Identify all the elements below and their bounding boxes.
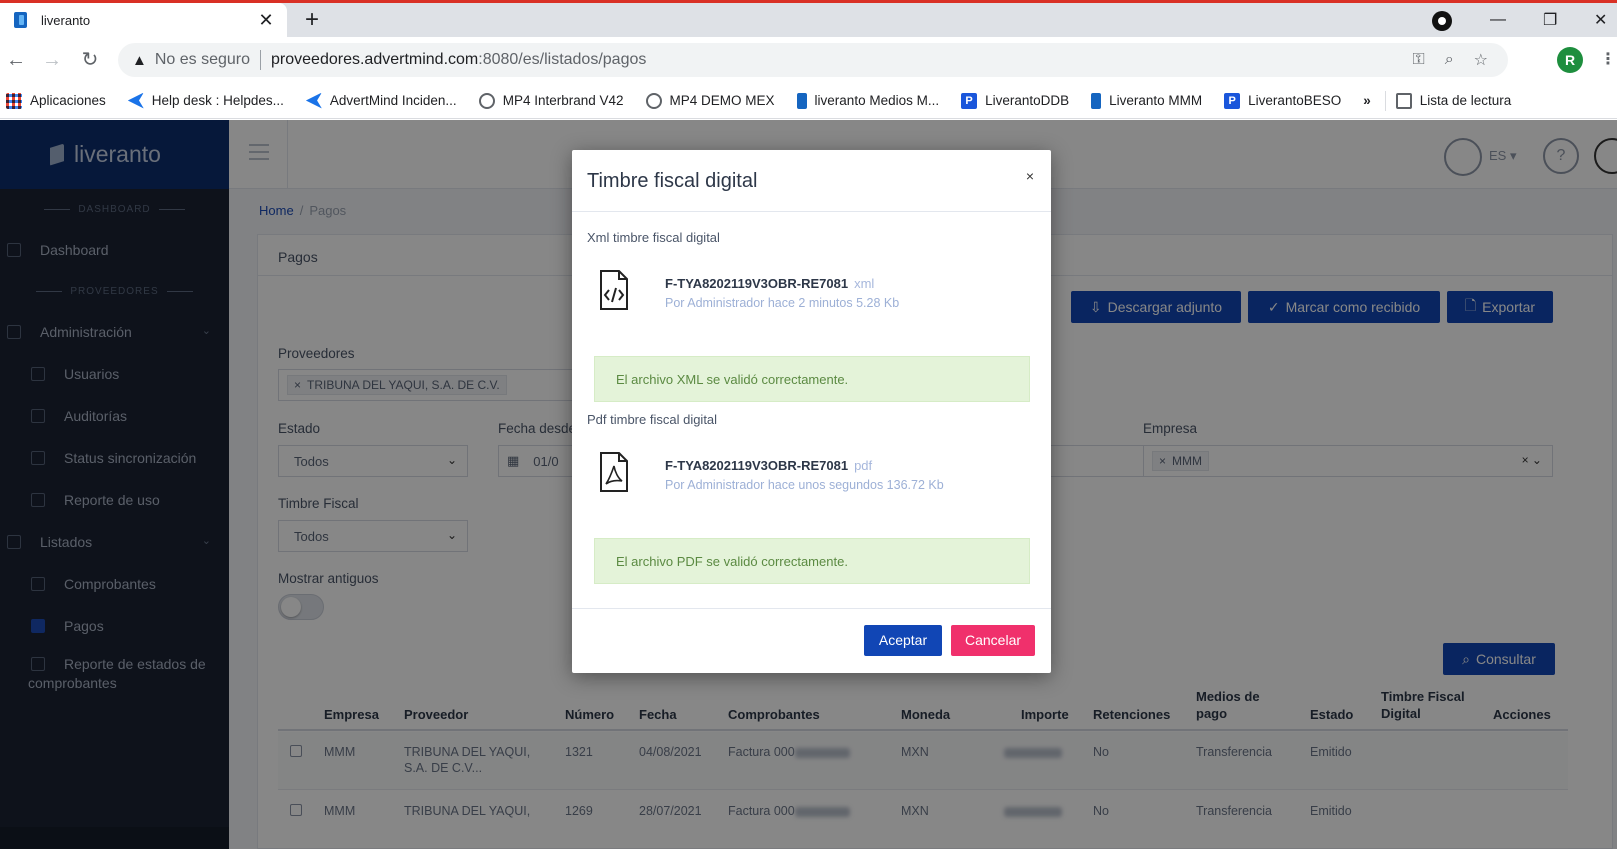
p-icon: P bbox=[1224, 92, 1241, 109]
bookmark-advertmind[interactable]: AdvertMind Inciden... bbox=[305, 92, 457, 109]
bookmark-liveranto-beso[interactable]: P LiverantoBESO bbox=[1224, 92, 1341, 109]
browser-window: liveranto ✕ + — ❐ ✕ ← → ↻ ▲ No es seguro… bbox=[0, 0, 1617, 849]
restore-icon[interactable]: ❐ bbox=[1543, 6, 1557, 34]
xml-success-alert: El archivo XML se validó correctamente. bbox=[594, 356, 1030, 402]
liveranto-icon bbox=[796, 92, 807, 109]
modal-footer-divider bbox=[572, 608, 1051, 609]
forward-icon[interactable]: → bbox=[38, 46, 66, 74]
pdf-file-meta: Por Administrador hace unos segundos 136… bbox=[665, 478, 944, 492]
xml-file-meta: Por Administrador hace 2 minutos 5.28 Kb bbox=[665, 296, 900, 310]
key-icon[interactable]: ⚿ bbox=[1413, 51, 1425, 69]
zoom-icon[interactable]: ⌕ bbox=[1445, 51, 1454, 69]
window-close-icon[interactable]: ✕ bbox=[1594, 6, 1607, 34]
profile-avatar[interactable]: R bbox=[1557, 47, 1583, 73]
globe-icon bbox=[645, 92, 662, 109]
star-icon[interactable]: ☆ bbox=[1474, 50, 1488, 70]
bookmark-liveranto-medios[interactable]: liveranto Medios M... bbox=[796, 92, 939, 109]
browser-tab[interactable]: liveranto ✕ bbox=[0, 3, 287, 37]
liveranto-favicon-icon bbox=[14, 12, 27, 28]
cancelar-button[interactable]: Cancelar bbox=[951, 625, 1035, 656]
xml-file-icon[interactable] bbox=[598, 270, 630, 310]
not-secure-label: No es seguro bbox=[154, 51, 251, 68]
modal-header: Timbre fiscal digital × bbox=[572, 150, 1051, 212]
extension-icon[interactable] bbox=[1432, 11, 1452, 31]
bookmark-mp4-demo[interactable]: MP4 DEMO MEX bbox=[645, 92, 775, 109]
modal-close-icon[interactable]: × bbox=[1026, 168, 1034, 184]
new-tab-button[interactable]: + bbox=[298, 7, 326, 35]
advertmind-icon bbox=[305, 92, 322, 109]
bookmark-liveranto-mmm[interactable]: Liveranto MMM bbox=[1091, 92, 1202, 109]
liveranto-icon bbox=[1091, 92, 1102, 109]
tab-title: liveranto bbox=[41, 12, 91, 28]
timbre-fiscal-modal: Timbre fiscal digital × Xml timbre fisca… bbox=[572, 150, 1051, 673]
warning-icon: ▲ bbox=[132, 51, 147, 69]
bookmarks-bar: Aplicaciones Help desk : Helpdes... Adve… bbox=[0, 83, 1617, 119]
reading-list-icon bbox=[1395, 92, 1412, 109]
xml-section-label: Xml timbre fiscal digital bbox=[587, 230, 720, 245]
pdf-file-link[interactable]: F-TYA8202119V3OBR-RE7081 pdf bbox=[665, 458, 872, 473]
apps-grid-icon bbox=[6, 92, 22, 109]
bookmark-apps[interactable]: Aplicaciones bbox=[6, 92, 106, 109]
url-path: :8080/es/listados/pagos bbox=[478, 51, 647, 68]
url-host: proveedores.advertmind.com bbox=[271, 51, 479, 68]
aceptar-button[interactable]: Aceptar bbox=[864, 625, 942, 656]
url-separator bbox=[260, 50, 262, 70]
bookmarks-more-icon[interactable]: » bbox=[1363, 93, 1371, 108]
p-icon: P bbox=[961, 92, 978, 109]
tab-bar: liveranto ✕ + — ❐ ✕ bbox=[0, 0, 1617, 37]
bookmark-mp4-interbrand[interactable]: MP4 Interbrand V42 bbox=[478, 92, 624, 109]
tab-close-icon[interactable]: ✕ bbox=[253, 10, 279, 31]
pdf-file-icon[interactable] bbox=[598, 452, 630, 492]
modal-title: Timbre fiscal digital bbox=[587, 170, 758, 192]
back-icon[interactable]: ← bbox=[2, 46, 30, 74]
omnibox-icons: ⚿ ⌕ ☆ bbox=[1413, 43, 1489, 77]
bookmark-liveranto-ddb[interactable]: P LiverantoDDB bbox=[961, 92, 1069, 109]
reading-list[interactable]: Lista de lectura bbox=[1395, 92, 1511, 109]
globe-icon bbox=[478, 92, 495, 109]
pdf-success-alert: El archivo PDF se validó correctamente. bbox=[594, 538, 1030, 584]
menu-dots-icon[interactable]: ⋮ bbox=[1600, 49, 1616, 69]
address-bar[interactable]: ▲ No es seguro proveedores.advertmind.co… bbox=[118, 43, 1508, 77]
bookmarks-separator bbox=[1384, 90, 1386, 111]
reload-icon[interactable]: ↻ bbox=[76, 46, 104, 74]
minimize-icon[interactable]: — bbox=[1490, 6, 1506, 34]
xml-file-link[interactable]: F-TYA8202119V3OBR-RE7081 xml bbox=[665, 276, 874, 291]
helpdesk-icon bbox=[127, 92, 144, 109]
browser-toolbar: ← → ↻ ▲ No es seguro proveedores.advertm… bbox=[0, 37, 1617, 83]
bookmark-helpdesk[interactable]: Help desk : Helpdes... bbox=[127, 92, 284, 109]
pdf-section-label: Pdf timbre fiscal digital bbox=[587, 412, 718, 427]
